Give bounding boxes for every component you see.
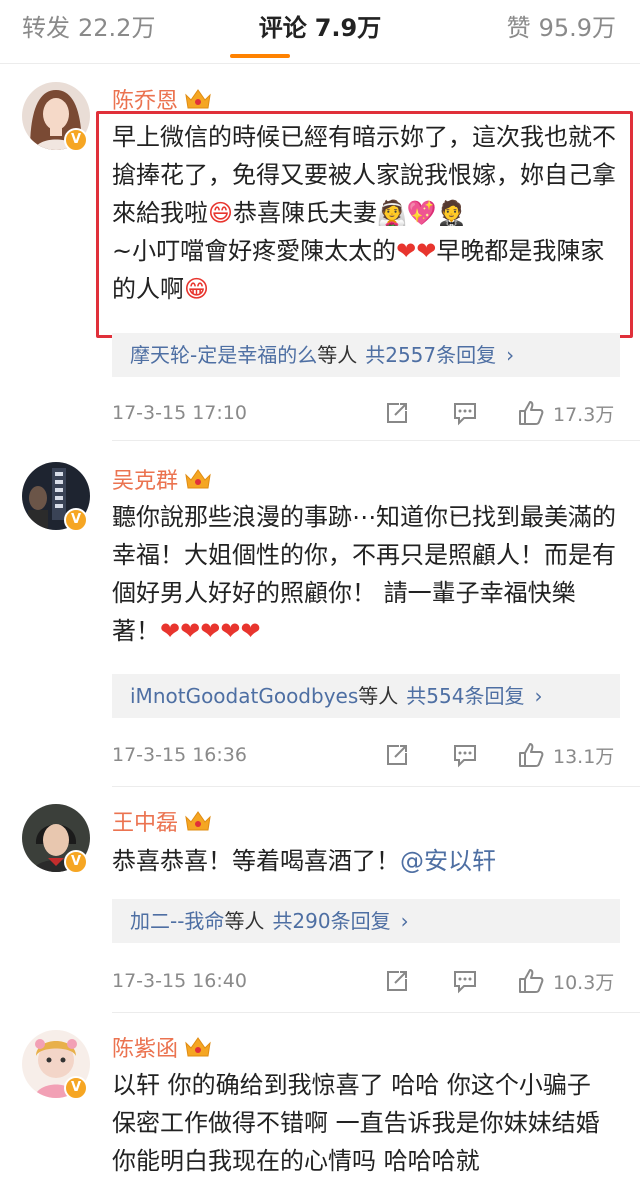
comment-author-name[interactable]: 王中磊 [112,805,178,837]
reply-user-link[interactable]: 加二--我命 [130,909,224,933]
verified-badge-icon: V [64,850,88,874]
divider [112,1012,640,1013]
like-button[interactable]: 13.1万 [517,740,614,770]
chevron-right-icon: › [506,343,515,367]
thumbs-up-icon [519,743,544,767]
share-icon[interactable] [384,400,410,426]
like-button[interactable]: 10.3万 [517,966,614,996]
comment-author-name[interactable]: 吴克群 [112,463,178,495]
like-count: 13.1万 [553,745,615,768]
comment-author-row: 王中磊 [112,806,212,836]
reply-user-link[interactable]: iMnotGoodatGoodbyes [130,684,358,708]
divider [112,786,640,787]
comment-author-row: 陈紫函 [112,1032,212,1062]
vip-crown-icon [185,811,211,831]
comment-text: 恭喜恭喜！等着喝喜酒了！@安以轩 [112,842,622,880]
divider [112,440,640,441]
reply-others-label: 等人 [358,684,399,708]
tab-likes[interactable]: 赞 95.9万 [507,12,616,44]
comment-meta: 17-3-15 16:36 13.1万 [112,740,622,770]
comment-icon[interactable] [452,742,478,768]
vip-crown-icon [185,89,211,109]
comment-time: 17-3-15 16:36 [112,744,247,766]
comment-author-row: 陈乔恩 [112,84,212,114]
comment-icon[interactable] [452,400,478,426]
replies-summary[interactable]: 加二--我命等人 共290条回复 › [112,899,620,943]
comment-text: 以轩 你的确给到我惊喜了 哈哈 你这个小骗子 保密工作做得不错啊 一直告诉我是你… [112,1066,622,1178]
like-button[interactable]: 17.3万 [517,398,614,428]
reply-total-link[interactable]: 共554条回复 [406,684,524,708]
heart-emoji-icon: ❤❤❤❤❤ [160,617,261,645]
chevron-right-icon: › [534,684,543,708]
share-icon[interactable] [384,742,410,768]
comment-tabs: 转发 22.2万 评论 7.9万 赞 95.9万 [0,0,640,64]
mention-link[interactable]: @安以轩 [400,847,496,875]
comment-time: 17-3-15 16:40 [112,970,247,992]
comment-text: 聽你說那些浪漫的事跡⋯知道你已找到最美滿的幸福！大姐個性的你，不再只是照顧人！而… [112,498,622,650]
comment-text-part: 以轩 你的确给到我惊喜了 哈哈 你这个小骗子 保密工作做得不错啊 一直告诉我是你… [112,1071,600,1175]
chevron-right-icon: › [400,909,409,933]
thumbs-up-icon [519,969,544,993]
verified-badge-icon: V [64,508,88,532]
reply-others-label: 等人 [317,343,358,367]
highlight-box [96,111,633,338]
reply-user-link[interactable]: 摩天轮-定是幸福的么 [130,343,317,367]
like-count: 10.3万 [553,971,615,994]
vip-crown-icon [185,1037,211,1057]
like-count: 17.3万 [553,403,615,426]
comment-meta: 17-3-15 16:40 10.3万 [112,966,622,996]
vip-crown-icon [185,469,211,489]
reply-others-label: 等人 [224,909,265,933]
tab-likes-label: 赞 [506,14,531,42]
replies-summary[interactable]: iMnotGoodatGoodbyes等人 共554条回复 › [112,674,620,718]
replies-summary[interactable]: 摩天轮-定是幸福的么等人 共2557条回复 › [112,333,620,377]
thumbs-up-icon [519,401,544,425]
verified-badge-icon: V [64,1076,88,1100]
comment-meta: 17-3-15 17:10 17.3万 [112,398,622,428]
comment-author-name[interactable]: 陈紫函 [112,1031,178,1063]
comment-time: 17-3-15 17:10 [112,402,247,424]
verified-badge-icon: V [64,128,88,152]
tab-likes-count: 95.9万 [538,14,616,42]
tab-comments-count: 7.9万 [314,14,382,42]
comment-icon[interactable] [452,968,478,994]
comment-author-row: 吴克群 [112,464,212,494]
tab-comments-label: 评论 [258,14,307,42]
reply-total-link[interactable]: 共2557条回复 [365,343,496,367]
comment-text-part: 恭喜恭喜！等着喝喜酒了！ [112,847,400,875]
reply-total-link[interactable]: 共290条回复 [272,909,390,933]
active-tab-indicator [230,54,290,58]
share-icon[interactable] [384,968,410,994]
